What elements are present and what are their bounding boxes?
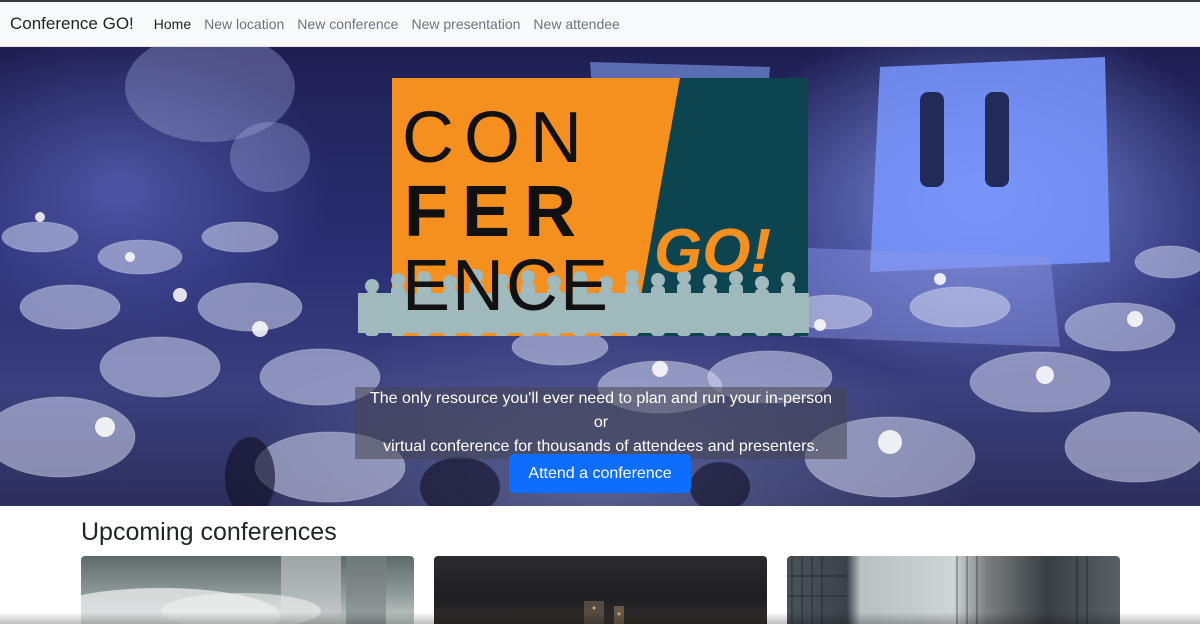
bottom-edge-shadow xyxy=(0,612,1200,624)
logo-text-fer: FER xyxy=(404,172,590,252)
hero-tagline-line-1: The only resource you'll ever need to pl… xyxy=(370,390,832,431)
logo-text-ence: ENCE xyxy=(402,246,610,326)
conference-go-logo: CON FER ENCE GO! xyxy=(358,78,809,340)
nav-link-new-location[interactable]: New location xyxy=(204,16,284,32)
logo-text-go: GO! xyxy=(654,217,771,286)
attend-conference-button[interactable]: Attend a conference xyxy=(509,454,691,493)
logo-text-con: CON xyxy=(402,98,592,178)
nav-link-new-attendee[interactable]: New attendee xyxy=(533,16,619,32)
nav-link-home[interactable]: Home xyxy=(154,16,191,32)
navbar-brand[interactable]: Conference GO! xyxy=(10,14,134,34)
upcoming-conferences-heading: Upcoming conferences xyxy=(81,518,337,546)
nav-link-new-conference[interactable]: New conference xyxy=(297,16,398,32)
navbar: Conference GO! Home New location New con… xyxy=(0,0,1200,47)
hero-section: CON FER ENCE GO! The only resource you'l… xyxy=(0,47,1200,506)
hero-tagline: The only resource you'll ever need to pl… xyxy=(355,387,847,459)
nav-link-new-presentation[interactable]: New presentation xyxy=(411,16,520,32)
